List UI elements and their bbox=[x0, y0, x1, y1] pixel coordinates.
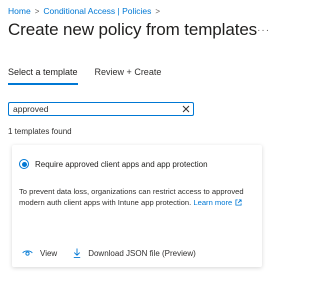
template-radio-option[interactable]: Require approved client apps and app pro… bbox=[19, 159, 208, 169]
breadcrumb: Home > Conditional Access | Policies > bbox=[8, 6, 164, 16]
download-json-button[interactable]: Download JSON file (Preview) bbox=[73, 248, 196, 258]
clear-search-button[interactable] bbox=[179, 103, 193, 115]
download-label: Download JSON file (Preview) bbox=[88, 248, 196, 258]
breadcrumb-separator: > bbox=[34, 6, 40, 16]
radio-button-selected[interactable] bbox=[19, 159, 29, 169]
template-description: To prevent data loss, organizations can … bbox=[19, 187, 255, 208]
search-box bbox=[8, 102, 194, 116]
view-label: View bbox=[40, 248, 58, 258]
tab-review-create[interactable]: Review + Create bbox=[95, 67, 162, 85]
breadcrumb-home[interactable]: Home bbox=[8, 6, 31, 16]
eye-icon bbox=[22, 250, 33, 256]
learn-more-link[interactable]: Learn more bbox=[193, 198, 242, 207]
template-title: Require approved client apps and app pro… bbox=[35, 159, 208, 169]
tab-select-a-template[interactable]: Select a template bbox=[8, 67, 78, 85]
view-button[interactable]: View bbox=[22, 249, 57, 258]
breadcrumb-separator: > bbox=[155, 6, 161, 16]
external-link-icon bbox=[235, 198, 242, 206]
download-icon bbox=[74, 248, 81, 258]
template-actions: View Download JSON file (Preview) bbox=[22, 248, 212, 258]
search-input[interactable] bbox=[9, 103, 179, 115]
breadcrumb-conditional-access[interactable]: Conditional Access | Policies bbox=[43, 6, 151, 16]
tab-bar: Select a template Review + Create bbox=[8, 67, 178, 85]
template-card: Require approved client apps and app pro… bbox=[12, 145, 262, 267]
results-count: 1 templates found bbox=[8, 127, 72, 136]
more-options-button[interactable]: ··· bbox=[257, 25, 270, 36]
page-title: Create new policy from templates bbox=[8, 20, 258, 39]
close-icon bbox=[182, 105, 190, 113]
title-row: Create new policy from templates ··· bbox=[8, 20, 278, 40]
